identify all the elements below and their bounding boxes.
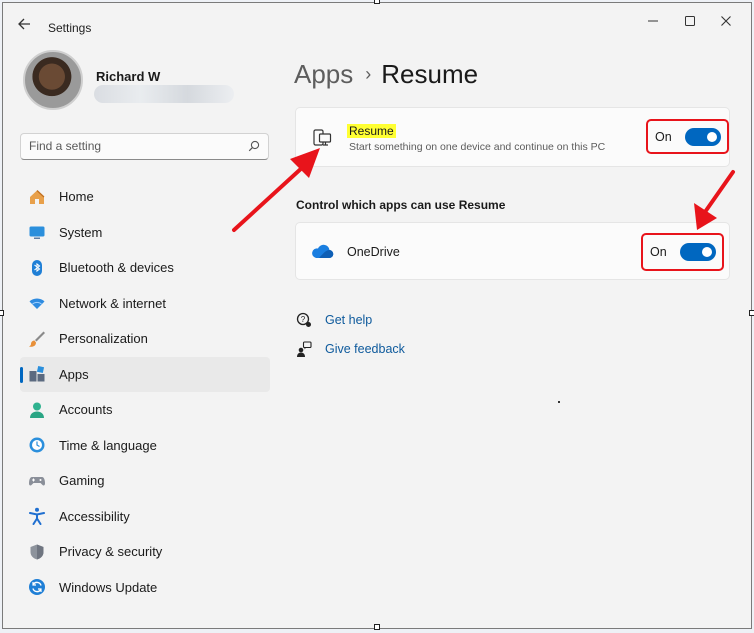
sidebar-item-network[interactable]: Network & internet bbox=[20, 286, 270, 322]
onedrive-toggle-switch[interactable] bbox=[679, 243, 716, 261]
sidebar-item-label: System bbox=[59, 224, 103, 240]
resize-handle-right bbox=[749, 310, 754, 316]
onedrive-setting-card: OneDrive On bbox=[295, 222, 730, 280]
minimize-button[interactable] bbox=[635, 11, 671, 33]
svg-text:?: ? bbox=[301, 315, 306, 324]
resize-handle-left bbox=[0, 310, 4, 316]
feedback-icon bbox=[297, 341, 312, 357]
onedrive-toggle-state: On bbox=[650, 245, 667, 259]
resize-handle-bottom bbox=[374, 624, 380, 630]
sidebar-item-gaming[interactable]: Gaming bbox=[20, 463, 270, 499]
sidebar-item-home[interactable]: Home bbox=[20, 179, 270, 215]
close-button[interactable] bbox=[708, 11, 744, 33]
resume-devices-icon bbox=[313, 129, 332, 146]
window-title: Settings bbox=[48, 21, 92, 35]
search-icon[interactable] bbox=[248, 140, 260, 152]
sidebar-item-bluetooth[interactable]: Bluetooth & devices bbox=[20, 250, 270, 286]
toggle-knob bbox=[706, 131, 717, 142]
sidebar-item-personalization[interactable]: Personalization bbox=[20, 321, 270, 357]
help-icon: ? bbox=[296, 312, 311, 327]
sidebar-item-label: Network & internet bbox=[59, 295, 166, 311]
breadcrumb: Apps › Resume bbox=[294, 59, 478, 90]
sidebar-item-label: Privacy & security bbox=[59, 544, 163, 560]
back-arrow-icon[interactable] bbox=[17, 17, 35, 33]
avatar[interactable] bbox=[23, 50, 83, 110]
search-box[interactable] bbox=[20, 133, 269, 160]
onedrive-toggle-highlight: On bbox=[641, 233, 724, 271]
page-title: Resume bbox=[381, 59, 479, 89]
sidebar-item-accounts[interactable]: Accounts bbox=[20, 392, 270, 428]
gaming-icon bbox=[28, 472, 46, 490]
get-help-link[interactable]: ? Get help bbox=[296, 312, 372, 328]
time-language-icon bbox=[28, 436, 46, 454]
apps-icon bbox=[28, 365, 46, 383]
home-icon bbox=[28, 188, 46, 206]
title-bar: Settings bbox=[3, 3, 751, 47]
sidebar-item-time-language[interactable]: Time & language bbox=[20, 428, 270, 464]
system-icon bbox=[28, 223, 46, 241]
sidebar-item-system[interactable]: System bbox=[20, 215, 270, 251]
sidebar-nav: Home System Bluetooth & devices Network … bbox=[20, 179, 270, 605]
sidebar-item-label: Accounts bbox=[59, 402, 113, 418]
accessibility-icon bbox=[28, 507, 46, 526]
maximize-button[interactable] bbox=[672, 11, 708, 33]
onedrive-label: OneDrive bbox=[347, 245, 400, 259]
accounts-icon bbox=[28, 401, 46, 419]
profile-name: Richard W bbox=[96, 69, 161, 84]
profile-email-blurred bbox=[94, 85, 234, 103]
onedrive-cloud-icon bbox=[312, 244, 334, 259]
resume-toggle-state: On bbox=[655, 129, 672, 144]
settings-window: Settings Richard W Home System bbox=[2, 2, 752, 629]
toggle-knob bbox=[701, 247, 712, 257]
section-heading: Control which apps can use Resume bbox=[296, 198, 506, 212]
give-feedback-link[interactable]: Give feedback bbox=[296, 341, 405, 357]
get-help-label[interactable]: Get help bbox=[325, 313, 372, 327]
resume-setting-card: Resume Start something on one device and… bbox=[295, 107, 730, 167]
update-icon bbox=[28, 578, 46, 596]
sidebar-item-label: Home bbox=[59, 189, 94, 205]
sidebar-item-label: Personalization bbox=[59, 331, 148, 347]
sidebar-item-label: Time & language bbox=[59, 437, 157, 453]
resume-description: Start something on one device and contin… bbox=[349, 141, 606, 153]
sidebar-item-label: Windows Update bbox=[59, 579, 158, 595]
sidebar-item-label: Apps bbox=[59, 366, 89, 382]
resume-toggle-switch[interactable] bbox=[684, 127, 721, 146]
give-feedback-label[interactable]: Give feedback bbox=[325, 342, 405, 356]
shield-icon bbox=[28, 543, 46, 561]
sidebar-item-apps[interactable]: Apps bbox=[20, 356, 270, 392]
stray-dot bbox=[558, 401, 560, 403]
resize-handle-top bbox=[374, 0, 380, 4]
bluetooth-icon bbox=[28, 259, 46, 277]
search-input[interactable] bbox=[29, 139, 239, 153]
resume-toggle-highlight: On bbox=[646, 119, 729, 154]
breadcrumb-apps-link[interactable]: Apps bbox=[294, 59, 353, 89]
brush-icon bbox=[28, 330, 46, 348]
sidebar-item-label: Bluetooth & devices bbox=[59, 260, 174, 276]
network-icon bbox=[28, 294, 46, 312]
sidebar-item-windows-update[interactable]: Windows Update bbox=[20, 570, 270, 606]
resume-title: Resume bbox=[347, 124, 396, 138]
breadcrumb-separator: › bbox=[365, 64, 372, 84]
sidebar-item-label: Gaming bbox=[59, 473, 105, 489]
sidebar-item-accessibility[interactable]: Accessibility bbox=[20, 499, 270, 535]
sidebar-item-privacy-security[interactable]: Privacy & security bbox=[20, 534, 270, 570]
sidebar-item-label: Accessibility bbox=[59, 508, 130, 524]
